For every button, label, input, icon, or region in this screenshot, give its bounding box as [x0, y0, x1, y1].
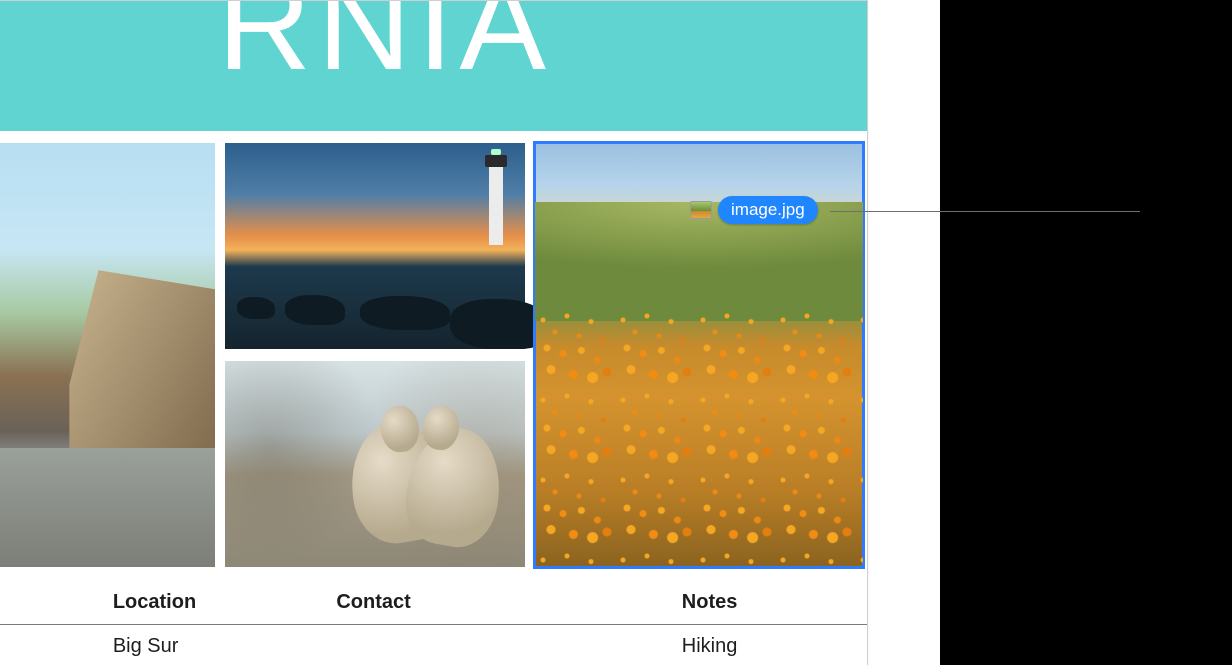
photo-sea-lions[interactable] — [225, 361, 525, 567]
image-content — [489, 165, 503, 245]
header-activity: ity — [0, 579, 95, 625]
photo-coastal-cliffs[interactable] — [0, 143, 215, 567]
document-title: RNIA — [217, 1, 552, 99]
image-content — [0, 448, 215, 567]
header-contact: Contact — [318, 579, 663, 625]
image-content — [535, 304, 863, 567]
image-gallery — [0, 131, 867, 579]
table-header-row: ity Location Contact Notes — [0, 579, 867, 625]
photo-poppies-hillside-selected[interactable] — [535, 143, 863, 567]
photo-lighthouse-sunset[interactable] — [225, 143, 525, 349]
itinerary-table[interactable]: ity Location Contact Notes e Beach Park … — [0, 579, 867, 665]
cell-activity[interactable]: e Beach Park — [0, 625, 95, 665]
header-notes: Notes — [664, 579, 867, 625]
image-content — [225, 262, 525, 349]
annotation-leader-line — [830, 211, 1140, 212]
document-page[interactable]: RNIA — [0, 0, 868, 665]
cell-location[interactable]: Big Sur — [95, 625, 319, 665]
cell-contact[interactable] — [318, 625, 663, 665]
cell-notes[interactable]: Hiking — [664, 625, 867, 665]
title-banner: RNIA — [0, 1, 867, 131]
document-viewport: RNIA — [0, 0, 940, 665]
header-location: Location — [95, 579, 319, 625]
table-row[interactable]: e Beach Park Big Sur Hiking — [0, 625, 867, 665]
image-content — [69, 270, 215, 461]
